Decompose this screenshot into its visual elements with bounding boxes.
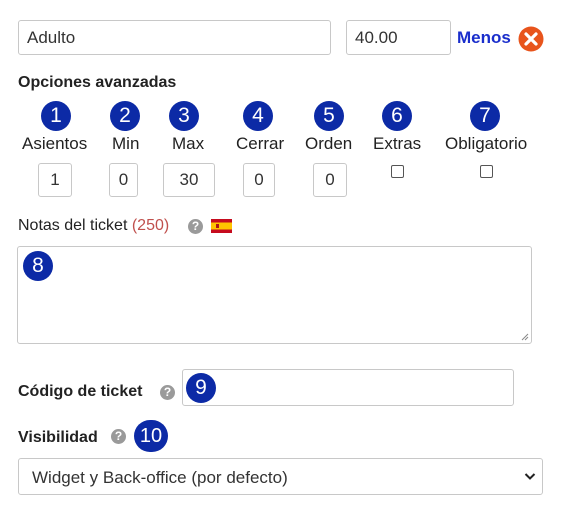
ticket-code-label: Código de ticket (18, 383, 143, 400)
notes-label: Notas del ticket (250) (18, 217, 169, 235)
chevron-down-icon (524, 473, 536, 480)
visibility-label: Visibilidad (18, 429, 98, 446)
badge-4: 4 (243, 101, 273, 131)
badge-2: 2 (110, 101, 140, 131)
badge-6: 6 (382, 101, 412, 131)
label-cerrar: Cerrar (236, 134, 285, 153)
remove-label: Menos (457, 28, 511, 47)
ticket-code-input[interactable] (182, 369, 514, 406)
label-extras: Extras (373, 134, 422, 153)
badge-9: 9 (186, 373, 216, 403)
label-orden: Orden (305, 134, 353, 153)
min-input[interactable] (109, 163, 138, 197)
notes-char-count: (250) (131, 217, 170, 234)
notes-help-icon[interactable]: ? (188, 219, 203, 234)
badge-1: 1 (41, 101, 71, 131)
badge-7: 7 (470, 101, 500, 131)
spanish-flag-icon[interactable] (211, 219, 232, 233)
label-asientos: Asientos (22, 134, 88, 153)
order-input[interactable] (313, 163, 347, 197)
ticket-price-input[interactable] (346, 20, 451, 55)
ticket-code-help-icon[interactable]: ? (160, 385, 175, 400)
remove-icon[interactable] (518, 26, 544, 52)
notes-textarea[interactable] (17, 246, 532, 344)
remove-link[interactable]: Menos (457, 28, 511, 48)
label-max: Max (172, 134, 205, 153)
badge-5: 5 (314, 101, 344, 131)
visibility-help-icon[interactable]: ? (111, 429, 126, 444)
max-input[interactable] (163, 163, 215, 197)
ticket-name-input[interactable] (18, 20, 331, 55)
visibility-select[interactable]: Widget y Back-office (por defecto) (18, 458, 543, 495)
notes-label-text: Notas del ticket (18, 217, 128, 234)
visibility-selected-value: Widget y Back-office (por defecto) (32, 468, 288, 487)
extras-checkbox[interactable] (391, 165, 404, 178)
advanced-options-title: Opciones avanzadas (18, 74, 177, 91)
badge-8: 8 (23, 251, 53, 281)
close-input[interactable] (243, 163, 275, 197)
seats-input[interactable] (38, 163, 72, 197)
label-obligatorio: Obligatorio (445, 134, 528, 153)
badge-3: 3 (169, 101, 199, 131)
badge-10: 10 (134, 420, 168, 452)
resize-handle-icon[interactable] (520, 332, 529, 341)
label-min: Min (112, 134, 140, 153)
mandatory-checkbox[interactable] (480, 165, 493, 178)
